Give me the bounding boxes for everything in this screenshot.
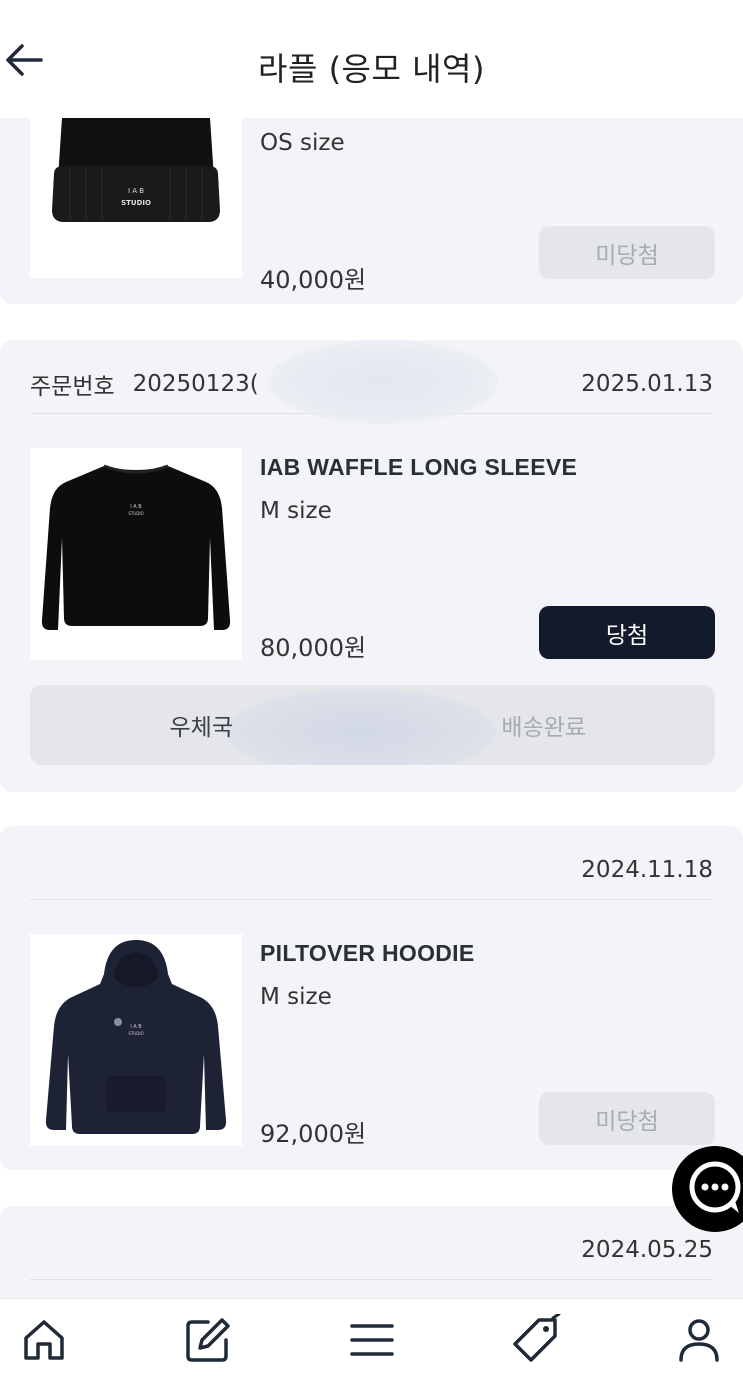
product-size: M size xyxy=(260,498,332,524)
nav-profile[interactable] xyxy=(667,1310,731,1374)
svg-text:I A B: I A B xyxy=(130,504,142,510)
nav-menu[interactable] xyxy=(340,1310,404,1374)
product-size: OS size xyxy=(260,130,345,156)
order-date: 2024.11.18 xyxy=(581,856,713,883)
product-name[interactable]: IAB WAFFLE LONG SLEEVE xyxy=(260,454,577,481)
shipping-status: 배송완료 xyxy=(501,715,587,741)
order-header: 2024.05.25 xyxy=(30,1220,713,1280)
status-badge[interactable]: 당첨 xyxy=(539,606,715,659)
bottom-nav xyxy=(0,1298,743,1385)
raffle-list[interactable]: I A B STUDIO OS size 40,000원 미당첨 주문번호 20… xyxy=(0,118,743,1298)
page-title: 라플 (응모 내역) xyxy=(258,50,485,88)
home-icon xyxy=(20,1316,68,1369)
order-label: 주문번호 xyxy=(30,373,115,400)
order-header: 2024.11.18 xyxy=(30,840,713,900)
nav-tag[interactable] xyxy=(503,1310,567,1374)
product-price: 80,000원 xyxy=(260,634,367,662)
svg-text:STUDIO: STUDIO xyxy=(121,199,151,207)
shipping-carrier: 우체국 xyxy=(169,715,233,741)
product-image[interactable]: I A B STUDIO xyxy=(30,448,242,660)
tag-icon xyxy=(509,1312,561,1371)
order-number: 20250123( xyxy=(132,370,259,397)
chat-bubble-icon xyxy=(685,1157,743,1222)
raffle-card: 2024.05.25 xyxy=(0,1206,743,1298)
user-icon xyxy=(675,1316,723,1369)
raffle-card: 주문번호 20250123( 2025.01.13 I A B STUDIO I… xyxy=(0,340,743,792)
raffle-card: 2024.11.18 I A B STUDIO PILTOVER HOODIE … xyxy=(0,826,743,1170)
product-name[interactable]: PILTOVER HOODIE xyxy=(260,940,475,967)
svg-text:STUDIO: STUDIO xyxy=(128,511,143,516)
svg-text:I A B: I A B xyxy=(128,187,144,195)
order-date: 2024.05.25 xyxy=(581,1236,713,1263)
svg-text:STUDIO: STUDIO xyxy=(128,1031,143,1036)
menu-icon xyxy=(348,1320,396,1365)
nav-write[interactable] xyxy=(176,1310,240,1374)
status-badge[interactable]: 미당첨 xyxy=(539,1092,715,1145)
svg-text:I A B: I A B xyxy=(130,1024,142,1030)
product-price: 92,000원 xyxy=(260,1120,367,1148)
raffle-card: I A B STUDIO OS size 40,000원 미당첨 xyxy=(0,118,743,304)
product-image[interactable]: I A B STUDIO xyxy=(30,118,242,278)
status-badge[interactable]: 미당첨 xyxy=(539,226,715,279)
app-header: 라플 (응모 내역) xyxy=(0,0,743,118)
product-price: 40,000원 xyxy=(260,266,367,294)
product-size: M size xyxy=(260,984,332,1010)
product-image[interactable]: I A B STUDIO xyxy=(30,934,242,1146)
order-date: 2025.01.13 xyxy=(581,370,713,397)
nav-home[interactable] xyxy=(12,1310,76,1374)
edit-icon xyxy=(182,1314,234,1371)
privacy-blur xyxy=(268,340,498,424)
shipping-info[interactable]: 우체국 배송완료 xyxy=(30,685,715,765)
